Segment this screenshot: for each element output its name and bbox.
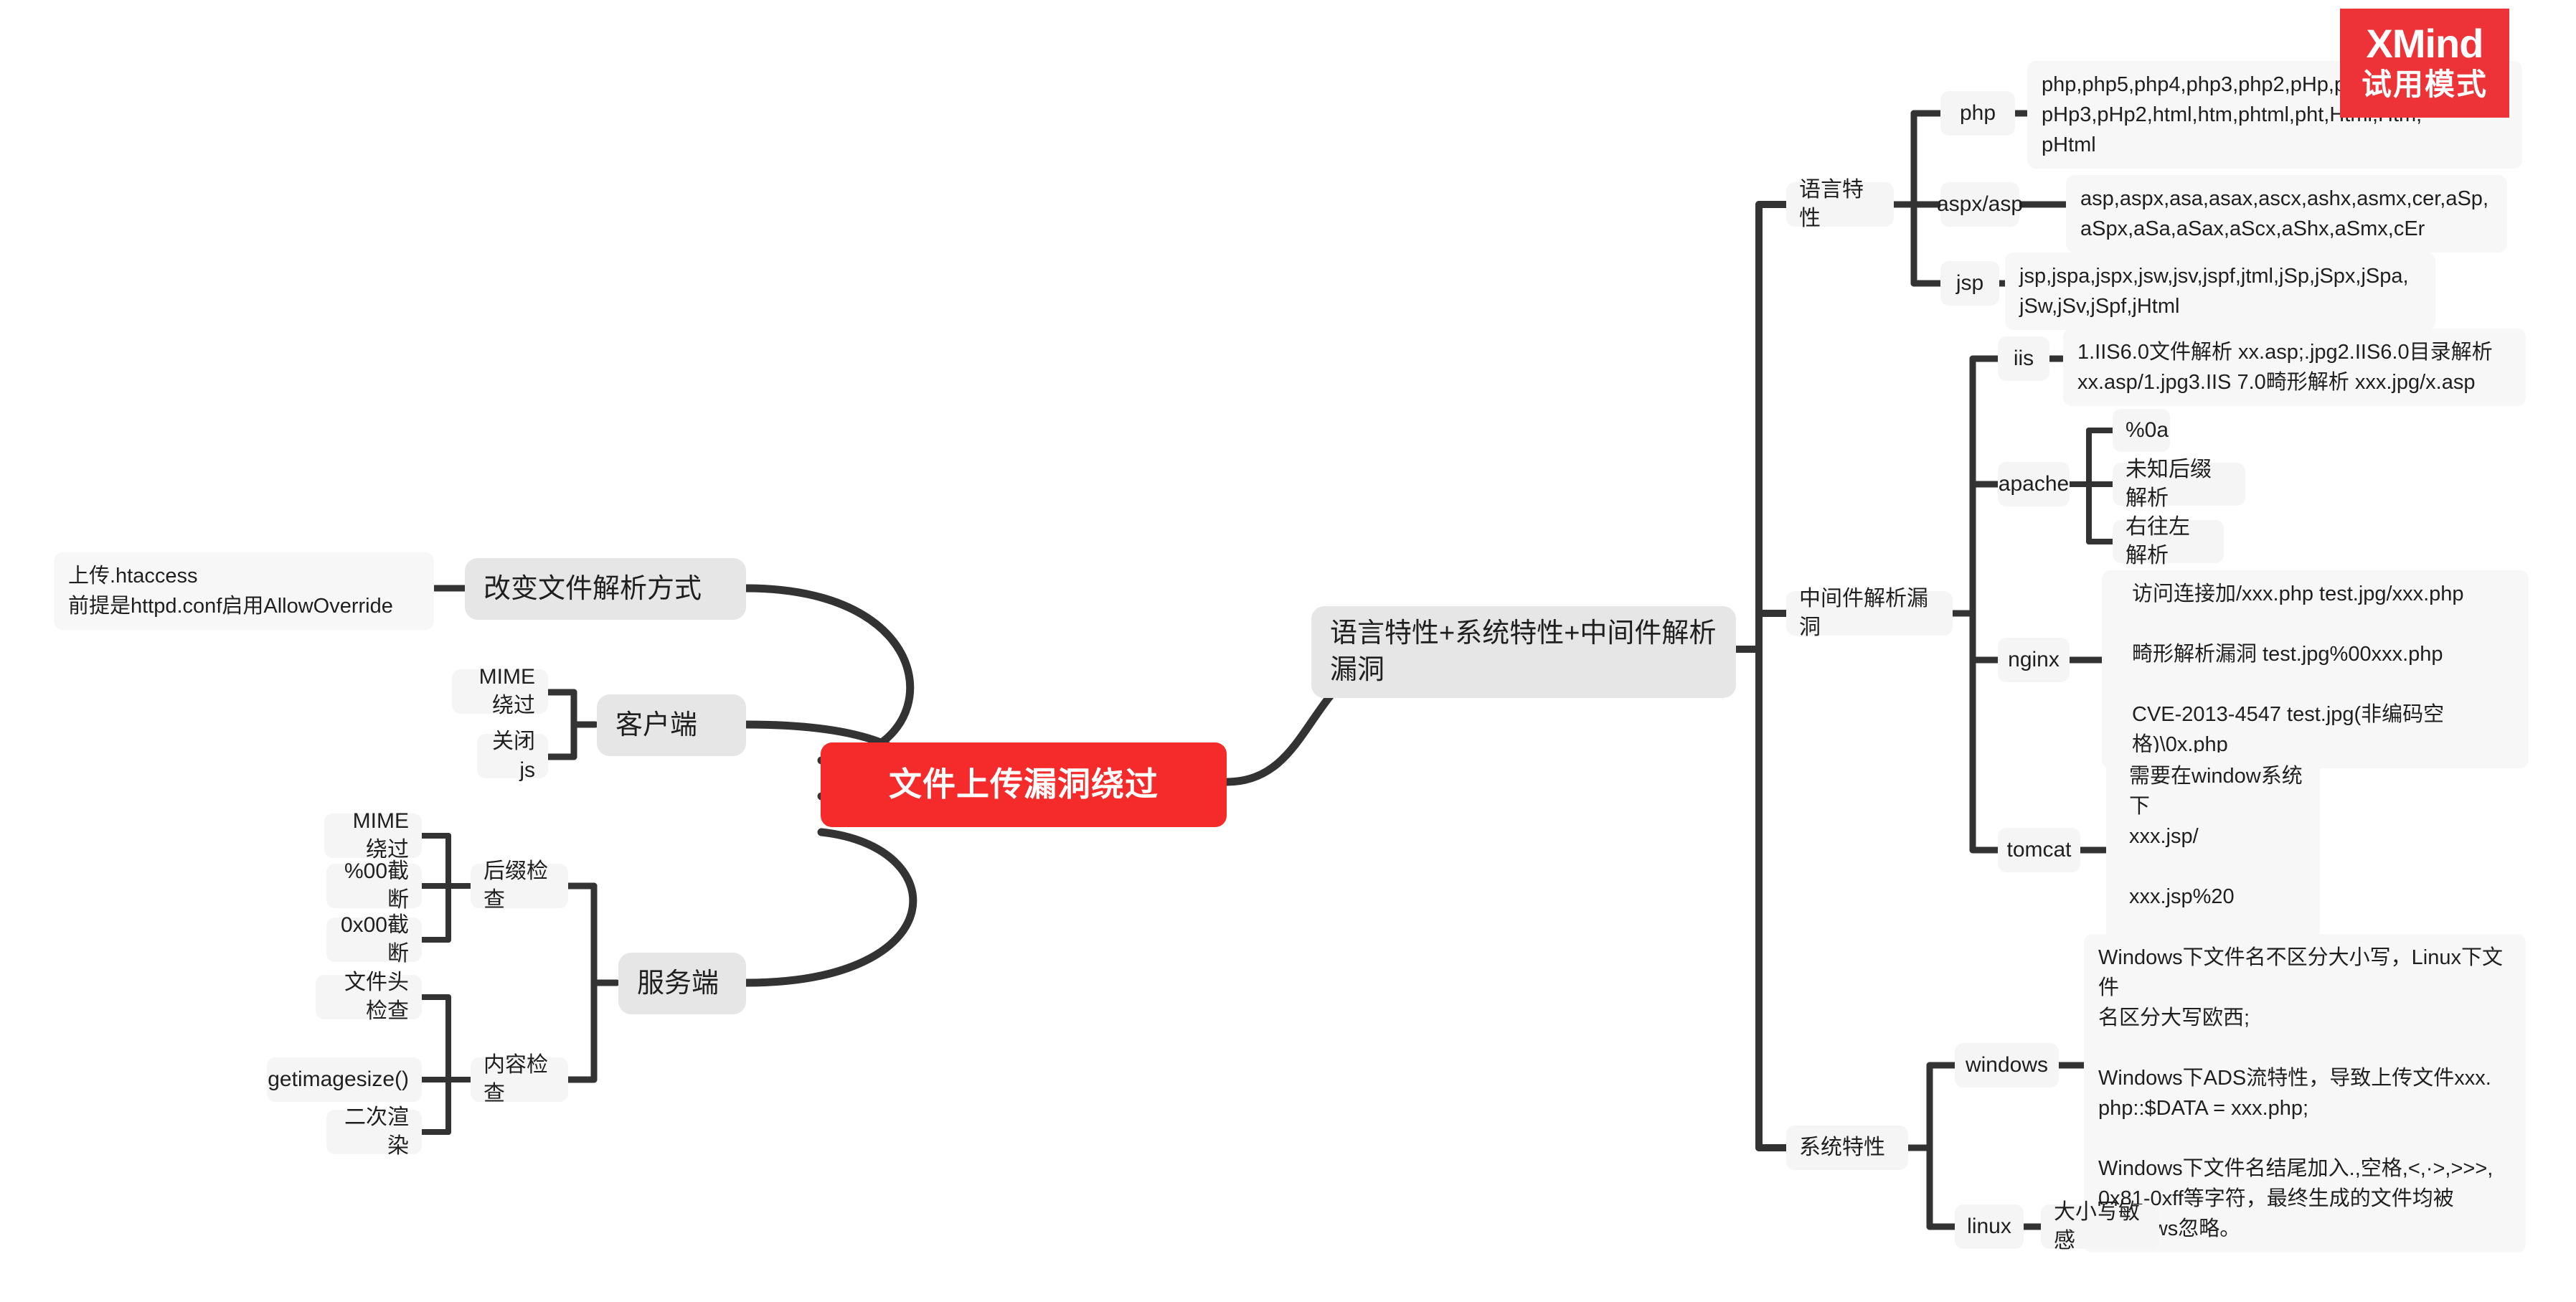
- node-label: php: [1959, 101, 1996, 126]
- node-label: jsp,jspa,jspx,jsw,jsv,jspf,jtml,jSp,jSpx…: [2019, 265, 2409, 319]
- node-aspx-asp-extensions[interactable]: asp,aspx,asa,asax,ascx,ashx,asmx,cer,aSp…: [2066, 175, 2507, 253]
- node-client-side[interactable]: 客户端: [597, 694, 746, 756]
- node-label: 后缀检查: [483, 859, 548, 912]
- node-label: tomcat: [2006, 838, 2072, 862]
- node-jsp[interactable]: jsp: [1940, 261, 1999, 306]
- node-label: %00截断: [344, 859, 409, 912]
- node-label: 文件头检查: [344, 971, 409, 1023]
- node-label: windows: [1965, 1053, 2049, 1077]
- node-suffix-mime-bypass[interactable]: MIME绕过: [324, 809, 422, 862]
- node-windows[interactable]: windows: [1955, 1043, 2059, 1088]
- node-label: apache: [1998, 472, 2070, 496]
- node-client-disable-js[interactable]: 关闭js: [477, 730, 548, 782]
- node-suffix-percent00-truncate[interactable]: %00截断: [326, 859, 422, 912]
- node-aspx-asp[interactable]: aspx/asp: [1937, 182, 2023, 227]
- node-label: nginx: [2008, 648, 2060, 672]
- node-label: 客户端: [615, 709, 698, 740]
- node-label: 上传.htaccess 前提是httpd.conf启用AllowOverride: [68, 565, 393, 618]
- node-suffix-check[interactable]: 后缀检查: [471, 859, 568, 912]
- node-label: Windows下文件名不区分大小写，Linux下文件 名区分大写欧西; Wind…: [2098, 946, 2503, 1241]
- node-label: asp,aspx,asa,asax,ascx,ashx,asmx,cer,aSp…: [2080, 187, 2488, 241]
- node-client-mime-bypass[interactable]: MIME绕过: [452, 665, 548, 717]
- xmind-trial-watermark: XMind 试用模式: [2340, 9, 2509, 118]
- node-label: getimagesize(): [268, 1067, 409, 1092]
- node-server-side[interactable]: 服务端: [618, 953, 746, 1014]
- node-label: MIME绕过: [352, 809, 409, 862]
- node-htaccess-note[interactable]: 上传.htaccess 前提是httpd.conf启用AllowOverride: [54, 552, 434, 631]
- node-apache-percent0a[interactable]: %0a: [2113, 409, 2170, 452]
- node-content-check[interactable]: 内容检查: [471, 1053, 568, 1105]
- node-label: 语言特性: [1799, 178, 1864, 230]
- node-label: 大小写敏感: [2054, 1200, 2140, 1253]
- node-php[interactable]: php: [1940, 91, 2015, 136]
- node-linux[interactable]: linux: [1955, 1204, 2024, 1249]
- node-system-features[interactable]: 系统特性: [1786, 1126, 1908, 1170]
- mindmap-canvas: 上传.htaccess 前提是httpd.conf启用AllowOverride…: [0, 0, 2576, 1302]
- node-label: 改变文件解析方式: [483, 573, 702, 604]
- node-label: MIME绕过: [478, 665, 535, 717]
- node-label: aspx/asp: [1936, 192, 2024, 217]
- node-label: 关闭js: [492, 730, 535, 782]
- node-label: iis: [2013, 346, 2034, 371]
- node-apache[interactable]: apache: [1998, 462, 2070, 506]
- node-label: 中间件解析漏洞: [1799, 587, 1928, 639]
- node-jsp-extensions[interactable]: jsp,jspa,jspx,jsw,jsv,jspf,jtml,jSp,jSpx…: [2005, 253, 2435, 331]
- node-middleware-parse-vulns[interactable]: 中间件解析漏洞: [1786, 587, 1953, 639]
- node-label: %0a: [2126, 418, 2169, 443]
- node-content-getimagesize[interactable]: getimagesize(): [267, 1057, 422, 1102]
- node-label: 系统特性: [1799, 1136, 1885, 1160]
- node-change-parse-method[interactable]: 改变文件解析方式: [465, 558, 746, 620]
- node-iis-detail[interactable]: 1.IIS6.0文件解析 xx.asp;.jpg2.IIS6.0目录解析 xx.…: [2063, 329, 2526, 407]
- node-content-second-render[interactable]: 二次渲染: [326, 1105, 422, 1158]
- node-suffix-0x00-truncate[interactable]: 0x00截断: [326, 913, 422, 966]
- node-label: 1.IIS6.0文件解析 xx.asp;.jpg2.IIS6.0目录解析 xx.…: [2077, 341, 2493, 395]
- node-language-features[interactable]: 语言特性: [1786, 178, 1894, 230]
- node-label: 未知后缀解析: [2126, 458, 2212, 510]
- node-label: 右往左解析: [2126, 515, 2190, 567]
- node-label: 文件上传漏洞绕过: [889, 765, 1159, 803]
- node-apache-unknown-suffix[interactable]: 未知后缀解析: [2113, 458, 2245, 510]
- node-linux-detail[interactable]: 大小写敏感: [2041, 1200, 2159, 1253]
- node-label: 服务端: [637, 968, 720, 999]
- node-content-fileheader-check[interactable]: 文件头检查: [316, 971, 422, 1023]
- node-label: jsp: [1955, 271, 1984, 296]
- node-nginx[interactable]: nginx: [1998, 638, 2070, 682]
- node-apache-right-to-left[interactable]: 右往左解析: [2113, 515, 2224, 567]
- node-nginx-detail[interactable]: 访问连接加/xxx.php test.jpg/xxx.php 畸形解析漏洞 te…: [2102, 570, 2529, 769]
- node-label: 0x00截断: [340, 913, 409, 966]
- watermark-title: XMind: [2366, 21, 2484, 67]
- node-label: 内容检查: [483, 1053, 548, 1105]
- node-root-topic[interactable]: 文件上传漏洞绕过: [821, 742, 1227, 827]
- node-tomcat[interactable]: tomcat: [1998, 828, 2080, 872]
- node-label: 二次渲染: [344, 1105, 409, 1158]
- node-label: 语言特性+系统特性+中间件解析 漏洞: [1330, 618, 1717, 685]
- node-iis[interactable]: iis: [1998, 336, 2049, 381]
- node-label: 访问连接加/xxx.php test.jpg/xxx.php 畸形解析漏洞 te…: [2132, 582, 2464, 757]
- node-label: linux: [1967, 1214, 2011, 1239]
- watermark-subtitle: 试用模式: [2361, 67, 2488, 102]
- node-right-main-topic[interactable]: 语言特性+系统特性+中间件解析 漏洞: [1311, 606, 1736, 698]
